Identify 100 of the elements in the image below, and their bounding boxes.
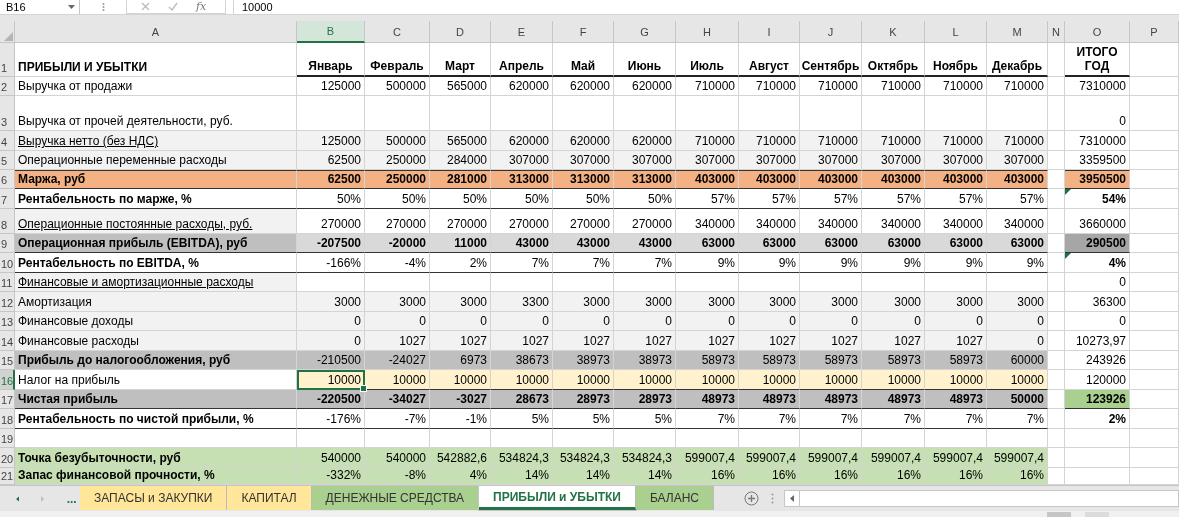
table-cell: Март xyxy=(430,43,491,77)
table-cell: 403000 xyxy=(987,170,1048,189)
row-number[interactable]: 17 xyxy=(0,390,15,409)
row-number[interactable]: 19 xyxy=(0,429,15,448)
table-cell: 710000 xyxy=(925,77,987,96)
formula-field[interactable]: 10000 xyxy=(233,0,1179,14)
table-cell: 5% xyxy=(553,409,614,429)
row-number[interactable]: 10 xyxy=(0,253,15,273)
table-cell: 0 xyxy=(862,312,925,331)
table-cell: Выручка от продажи xyxy=(15,77,297,96)
table-cell: 284000 xyxy=(430,151,491,170)
table-cell: 28973 xyxy=(553,390,614,409)
table-cell xyxy=(1065,429,1130,448)
column-header[interactable]: J xyxy=(800,21,862,43)
column-header[interactable]: B xyxy=(297,21,365,43)
table-cell: 0 xyxy=(614,312,676,331)
column-header[interactable]: I xyxy=(739,21,800,43)
table-cell: Ноябрь xyxy=(925,43,987,77)
table-cell: 9% xyxy=(739,253,800,273)
table-cell: 10000 xyxy=(862,370,925,390)
table-cell: 14% xyxy=(491,468,553,485)
table-cell: 540000 xyxy=(365,448,430,468)
row-number[interactable]: 15 xyxy=(0,351,15,370)
row-number[interactable]: 21 xyxy=(0,468,15,485)
scroll-left-icon[interactable] xyxy=(16,494,20,503)
check-icon[interactable] xyxy=(168,2,178,11)
sheet-tab[interactable]: ЗАПАСЫ и ЗАКУПКИ xyxy=(80,486,228,510)
column-header[interactable]: N xyxy=(1048,21,1065,43)
table-cell: 5% xyxy=(614,409,676,429)
row-number[interactable]: 2 xyxy=(0,77,15,96)
table-cell: 57% xyxy=(676,189,739,209)
column-header[interactable]: K xyxy=(862,21,925,43)
table-cell: 1027 xyxy=(862,331,925,351)
sheet-tab[interactable]: ДЕНЕЖНЫЕ СРЕДСТВА xyxy=(311,486,480,510)
horizontal-scrollbar[interactable] xyxy=(784,490,1179,507)
row-number[interactable]: 7 xyxy=(0,189,15,209)
insert-function-button[interactable]: fx xyxy=(196,0,207,13)
column-header[interactable]: H xyxy=(676,21,739,43)
table-cell: 38673 xyxy=(491,351,553,370)
row-number[interactable]: 1 xyxy=(0,43,15,77)
table-cell xyxy=(1130,131,1179,151)
table-cell: 599007,4 xyxy=(925,448,987,468)
table-cell: Сентябрь xyxy=(800,43,862,77)
dropdown-icon[interactable] xyxy=(68,5,75,9)
sheet-tab[interactable]: БАЛАНС xyxy=(635,486,715,510)
column-header[interactable]: O xyxy=(1065,21,1130,43)
row-number[interactable]: 3 xyxy=(0,96,15,131)
table-cell: 307000 xyxy=(925,151,987,170)
row-number[interactable]: 8 xyxy=(0,209,15,234)
column-header[interactable]: P xyxy=(1130,21,1179,43)
table-cell: 3950500 xyxy=(1065,170,1130,189)
table-cell xyxy=(1130,409,1179,429)
column-header[interactable]: F xyxy=(553,21,614,43)
table-cell: 403000 xyxy=(800,170,862,189)
scroll-right-icon[interactable] xyxy=(41,494,45,503)
column-header[interactable]: C xyxy=(365,21,430,43)
row-number[interactable]: 13 xyxy=(0,312,15,331)
row-number[interactable]: 5 xyxy=(0,151,15,170)
table-cell: 3000 xyxy=(297,292,365,312)
table-cell: 599007,4 xyxy=(987,448,1048,468)
table-cell: 58973 xyxy=(739,351,800,370)
row-number[interactable]: 12 xyxy=(0,292,15,312)
row-number[interactable]: 11 xyxy=(0,273,15,292)
table-cell: 313000 xyxy=(553,170,614,189)
column-header[interactable]: A xyxy=(15,21,297,43)
column-header[interactable]: G xyxy=(614,21,676,43)
table-cell: 7% xyxy=(739,409,800,429)
splitter-icon[interactable] xyxy=(771,493,775,504)
table-cell: 3000 xyxy=(553,292,614,312)
table-cell: 10000 xyxy=(739,370,800,390)
sheet-tab[interactable]: КАПИТАЛ xyxy=(227,486,312,510)
more-sheets-button[interactable]: ... xyxy=(66,491,80,506)
table-cell: 43000 xyxy=(553,234,614,253)
row-number[interactable]: 20 xyxy=(0,448,15,468)
row-number[interactable]: 9 xyxy=(0,234,15,253)
name-box[interactable]: B16 xyxy=(2,0,80,14)
table-cell: 620000 xyxy=(491,131,553,151)
select-all-icon[interactable] xyxy=(4,32,13,41)
row-number[interactable]: 16 xyxy=(0,370,15,390)
scroll-left-icon[interactable] xyxy=(790,495,795,502)
add-sheet-icon[interactable] xyxy=(744,491,760,506)
cancel-icon[interactable] xyxy=(141,2,150,11)
column-header[interactable]: L xyxy=(925,21,987,43)
table-cell: 307000 xyxy=(676,151,739,170)
column-header[interactable]: D xyxy=(430,21,491,43)
sheet-tab[interactable]: ПРИБЫЛИ и УБЫТКИ xyxy=(479,486,636,510)
table-cell: 7% xyxy=(676,409,739,429)
table-cell: 307000 xyxy=(862,151,925,170)
column-header[interactable]: E xyxy=(491,21,553,43)
row-number[interactable]: 14 xyxy=(0,331,15,351)
table-cell: 9% xyxy=(676,253,739,273)
table-cell: 10273,97 xyxy=(1065,331,1130,351)
row-number[interactable]: 18 xyxy=(0,409,15,429)
table-cell: 0 xyxy=(365,312,430,331)
row-number[interactable]: 4 xyxy=(0,131,15,151)
table-cell: 710000 xyxy=(800,77,862,96)
table-cell: 599007,4 xyxy=(676,448,739,468)
table-cell: 403000 xyxy=(676,170,739,189)
column-header[interactable]: M xyxy=(987,21,1048,43)
row-number[interactable]: 6 xyxy=(0,170,15,189)
